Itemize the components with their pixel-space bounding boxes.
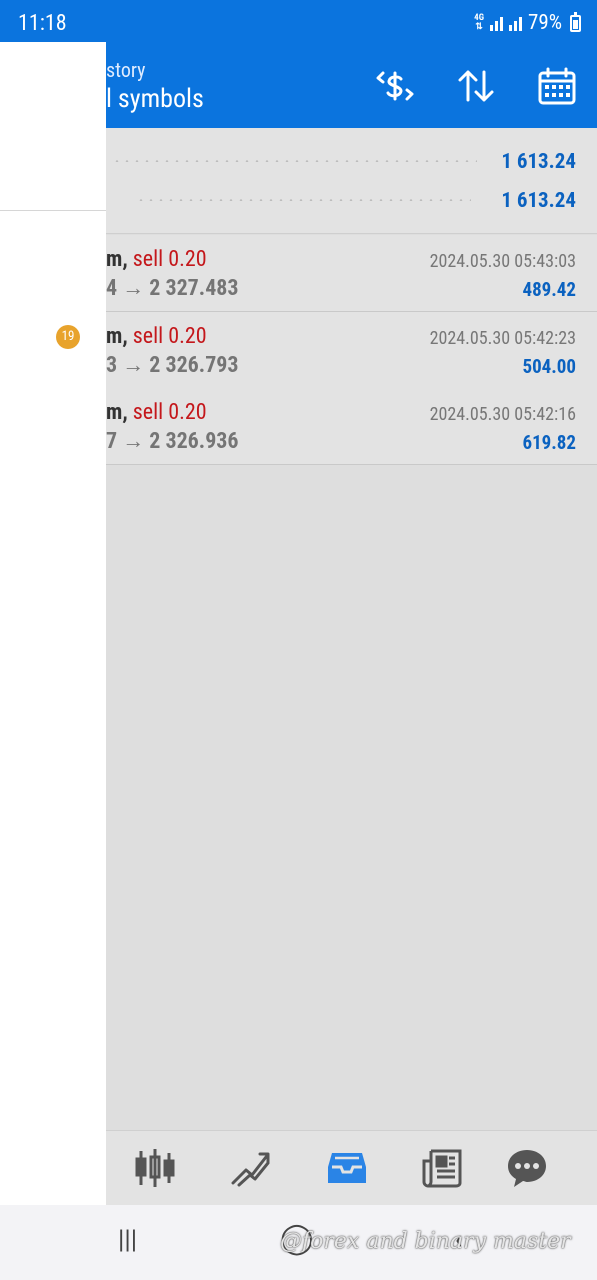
deal-action: sell 0.20 bbox=[132, 400, 207, 425]
deal-profit: 619.82 bbox=[522, 431, 576, 454]
header-title[interactable]: ll symbols bbox=[100, 84, 204, 114]
status-icons: 4G ⇅ 79% bbox=[474, 11, 581, 35]
deal-datetime: 2024.05.30 05:42:23 bbox=[429, 328, 576, 349]
deal-profit: 504.00 bbox=[522, 355, 576, 378]
deal-datetime: 2024.05.30 05:42:16 bbox=[429, 404, 576, 425]
recent-apps-icon[interactable]: ||| bbox=[118, 1225, 137, 1255]
header-subtitle: story bbox=[106, 58, 146, 82]
signal-icon bbox=[489, 15, 503, 31]
inbox-trade-icon[interactable] bbox=[324, 1145, 370, 1191]
battery-percent: 79% bbox=[527, 11, 562, 35]
drawer-divider bbox=[0, 210, 106, 211]
deal-prices: 4 → 2 327.483 bbox=[106, 276, 239, 301]
signal-icon-2 bbox=[508, 15, 522, 31]
deal-action: sell 0.20 bbox=[132, 324, 207, 349]
deal-prices: 3 → 2 326.793 bbox=[106, 353, 239, 378]
deal-prices: 7 → 2 326.936 bbox=[106, 429, 239, 454]
summary-row: 1 613.24 bbox=[106, 181, 597, 219]
deal-symbol: m, bbox=[106, 247, 128, 272]
news-icon[interactable] bbox=[420, 1145, 466, 1191]
deal-symbol: m, bbox=[106, 400, 128, 425]
currency-exchange-icon[interactable] bbox=[373, 64, 417, 108]
notification-badge: 19 bbox=[56, 325, 80, 349]
watermark: @forex and binary master bbox=[280, 1229, 571, 1254]
battery-icon bbox=[570, 11, 581, 32]
sort-icon[interactable] bbox=[454, 64, 498, 108]
calendar-icon[interactable] bbox=[535, 64, 579, 108]
deal-row[interactable]: m, sell 0.20 4 → 2 327.483 2024.05.30 05… bbox=[106, 235, 597, 312]
deal-symbol: m, bbox=[106, 324, 128, 349]
chart-trend-icon[interactable] bbox=[228, 1145, 274, 1191]
summary-value: 1 613.24 bbox=[501, 189, 576, 213]
quotes-candles-icon[interactable] bbox=[132, 1145, 178, 1191]
status-bar: 11:18 4G ⇅ 79% bbox=[0, 0, 597, 42]
summary-row: 1 613.24 bbox=[106, 142, 597, 180]
status-time: 11:18 bbox=[18, 11, 67, 36]
network-type-icon: 4G ⇅ bbox=[474, 13, 484, 32]
summary-value: 1 613.24 bbox=[501, 150, 576, 174]
history-summary: 1 613.24 1 613.24 bbox=[106, 128, 597, 234]
system-nav-bar: ||| ◯ ‹ @forex and binary master bbox=[0, 1205, 597, 1280]
deal-row[interactable]: m, sell 0.20 7 → 2 326.936 2024.05.30 05… bbox=[106, 388, 597, 465]
navigation-drawer[interactable]: 19 bbox=[0, 42, 106, 1205]
dotted-leader bbox=[136, 199, 471, 201]
dotted-leader bbox=[112, 160, 477, 162]
chat-icon[interactable] bbox=[504, 1145, 550, 1191]
deal-action: sell 0.20 bbox=[132, 247, 207, 272]
deal-row[interactable]: m, sell 0.20 3 → 2 326.793 2024.05.30 05… bbox=[106, 312, 597, 389]
deal-profit: 489.42 bbox=[522, 278, 576, 301]
bottom-tab-bar bbox=[106, 1130, 597, 1205]
deal-datetime: 2024.05.30 05:43:03 bbox=[429, 251, 576, 272]
